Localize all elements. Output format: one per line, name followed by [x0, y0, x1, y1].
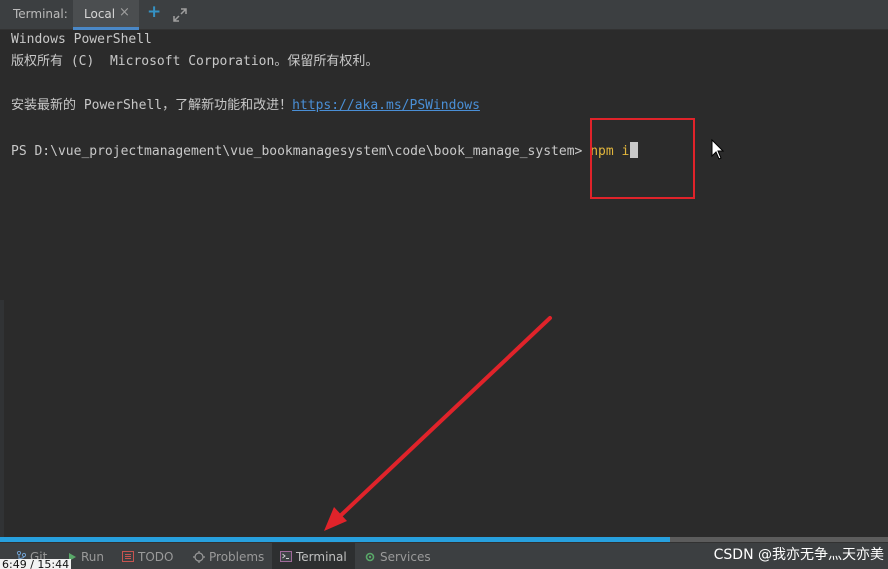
terminal-line-text: 安装最新的 PowerShell，了解新功能和改进！ [11, 98, 293, 113]
expand-icon[interactable] [173, 8, 187, 22]
prompt-path: PS D:\vue_projectmanagement\vue_bookmana… [11, 144, 583, 159]
tab-local-label: Local [84, 7, 116, 21]
prompt-line: PS D:\vue_projectmanagement\vue_bookmana… [11, 142, 639, 160]
mouse-pointer-icon [711, 139, 725, 160]
terminal-output[interactable]: Windows PowerShell 版权所有 (C) Microsoft Co… [0, 30, 888, 537]
tool-terminal[interactable]: Terminal [272, 543, 355, 569]
watermark-text: CSDN @我亦无争灬天亦美 [713, 547, 884, 563]
terminal-line: 安装最新的 PowerShell，了解新功能和改进！https://aka.ms… [11, 98, 480, 114]
tool-services-label: Services [380, 549, 431, 564]
tool-todo[interactable]: TODO [122, 543, 173, 569]
terminal-icon [280, 551, 292, 562]
powershell-link[interactable]: https://aka.ms/PSWindows [292, 98, 480, 113]
tool-services[interactable]: Services [364, 543, 431, 569]
ide-window: Terminal: Local × + Windows PowerShell 版… [0, 0, 888, 569]
tool-problems[interactable]: Problems [193, 543, 264, 569]
tool-todo-label: TODO [138, 549, 174, 564]
problems-icon [193, 550, 205, 563]
terminal-line: 版权所有 (C) Microsoft Corporation。保留所有权利。 [11, 54, 379, 69]
tool-terminal-label: Terminal [296, 549, 347, 564]
todo-icon [122, 551, 134, 562]
terminal-line: Windows PowerShell [11, 32, 152, 47]
tab-local[interactable]: Local × [73, 0, 139, 30]
add-tab-icon[interactable]: + [147, 4, 161, 21]
tool-run-label: Run [81, 549, 105, 564]
terminal-header: Terminal: Local × + [0, 0, 888, 30]
close-icon[interactable]: × [119, 6, 130, 19]
tool-problems-label: Problems [209, 549, 265, 564]
video-timestamp: 6:49 / 15:44 [0, 558, 72, 569]
tool-run[interactable]: Run [68, 543, 104, 569]
terminal-label: Terminal: [13, 7, 68, 21]
highlight-box [590, 118, 695, 199]
services-icon [365, 552, 375, 561]
left-gutter [0, 300, 4, 537]
